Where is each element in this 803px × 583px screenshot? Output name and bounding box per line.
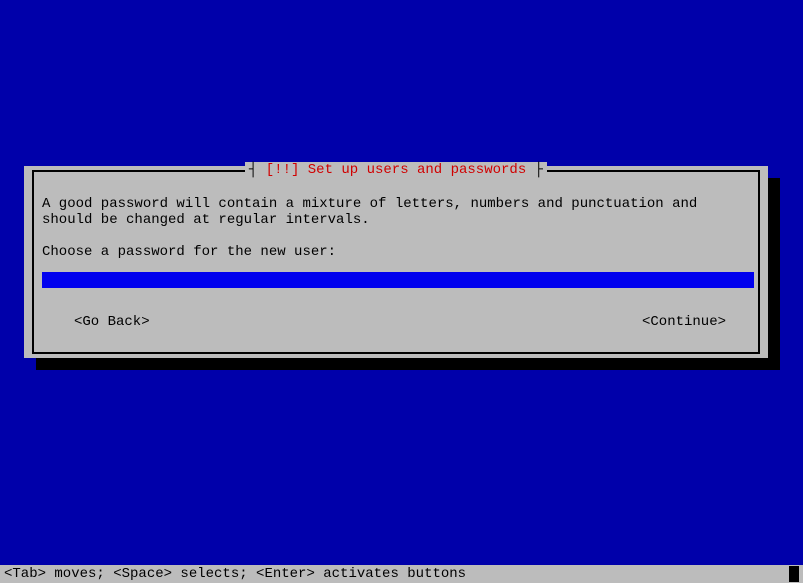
- go-back-button[interactable]: <Go Back>: [74, 314, 150, 330]
- password-help-text: A good password will contain a mixture o…: [42, 196, 750, 228]
- status-cursor: [789, 566, 799, 582]
- dialog-title: ┤ [!!] Set up users and passwords ├: [34, 162, 758, 178]
- password-input[interactable]: [42, 272, 754, 288]
- title-text: [299, 162, 307, 178]
- title-label: Set up users and passwords: [308, 162, 526, 178]
- title-frame-right: ├: [526, 162, 543, 178]
- button-row: <Go Back> <Continue>: [42, 314, 750, 330]
- dialog-content: A good password will contain a mixture o…: [34, 172, 758, 338]
- status-bar: <Tab> moves; <Space> selects; <Enter> ac…: [0, 565, 803, 583]
- password-dialog: ┤ [!!] Set up users and passwords ├ A go…: [24, 166, 768, 358]
- password-prompt: Choose a password for the new user:: [42, 244, 750, 260]
- dialog-border: ┤ [!!] Set up users and passwords ├ A go…: [32, 170, 760, 354]
- status-text: <Tab> moves; <Space> selects; <Enter> ac…: [4, 566, 466, 582]
- title-importance-mark: [!!]: [266, 162, 300, 178]
- title-frame-left: ┤: [249, 162, 266, 178]
- continue-button[interactable]: <Continue>: [642, 314, 726, 330]
